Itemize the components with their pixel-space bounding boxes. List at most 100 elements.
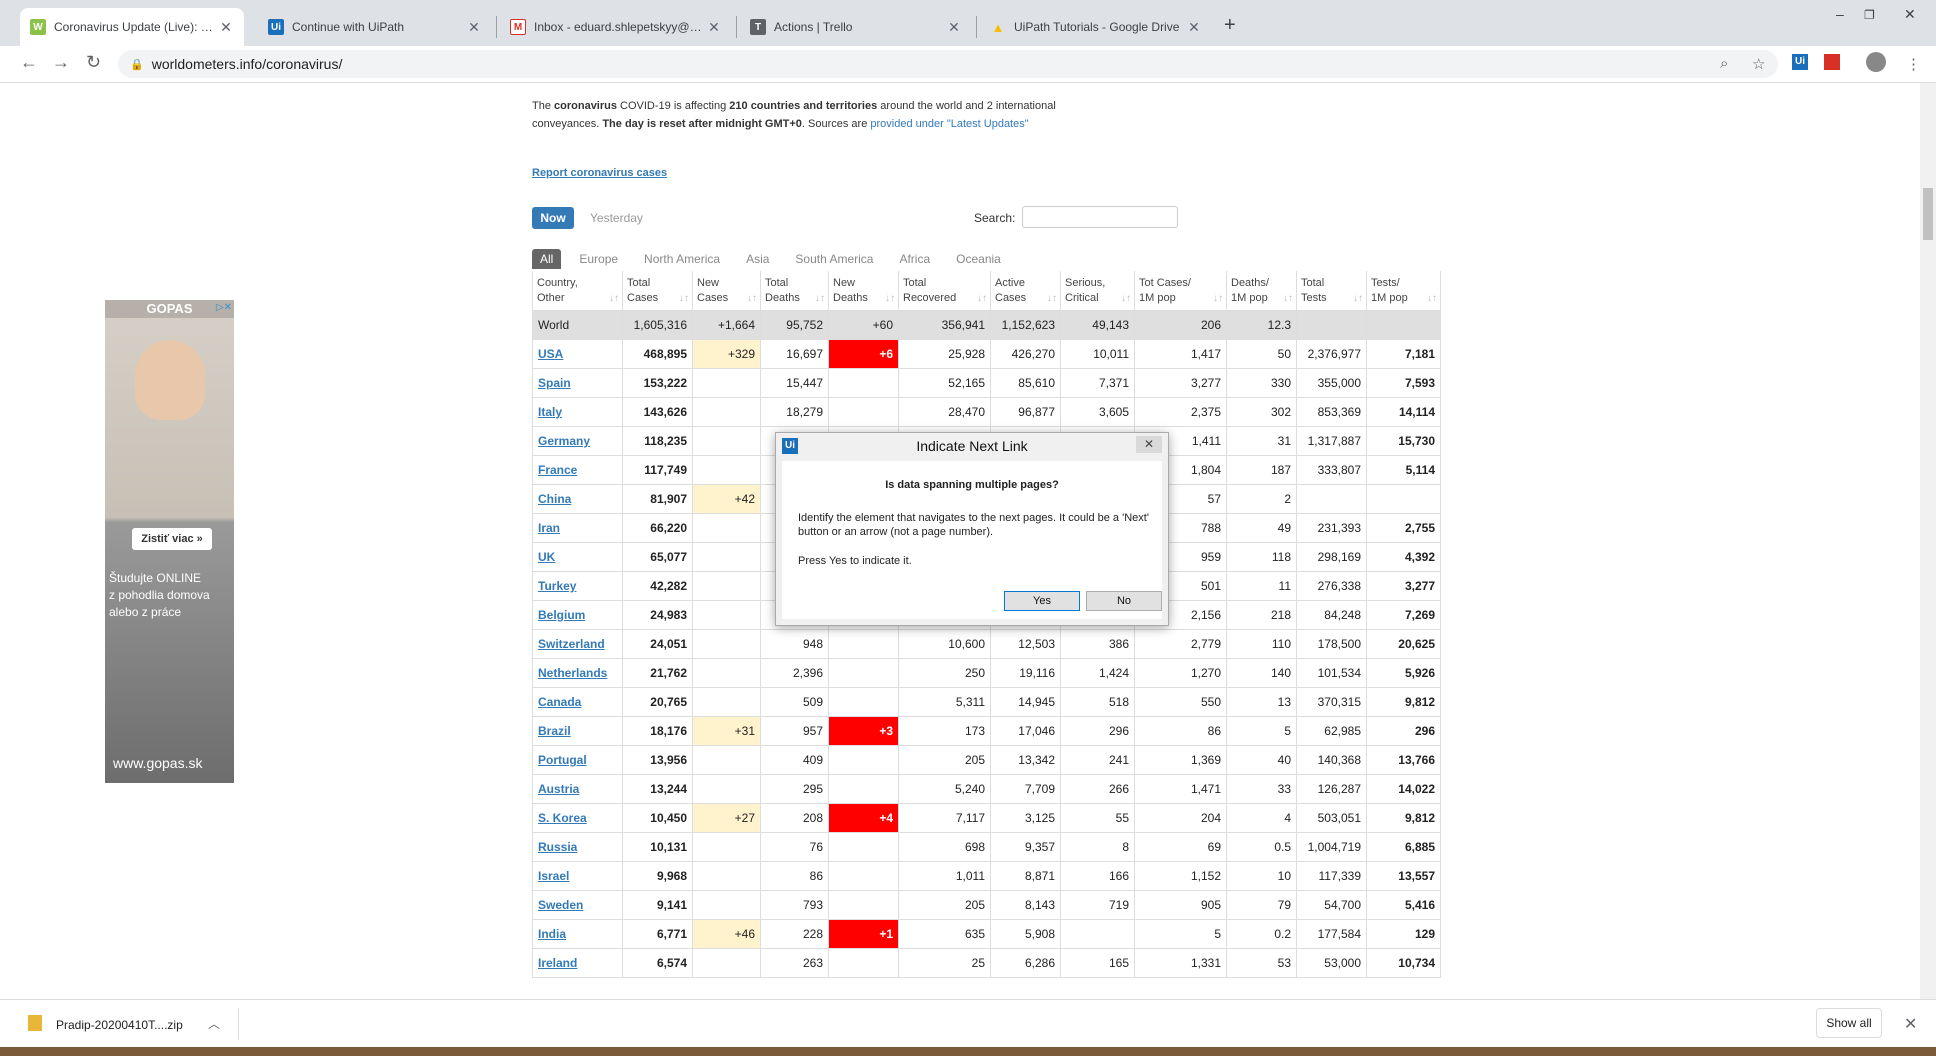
sort-icon[interactable]: ↓↑ xyxy=(1427,291,1437,306)
country-link[interactable]: Italy xyxy=(538,405,562,419)
close-tab-icon[interactable]: ✕ xyxy=(706,19,722,36)
country-link[interactable]: Switzerland xyxy=(538,637,605,651)
extension-icon[interactable] xyxy=(1824,54,1840,70)
country-link[interactable]: Spain xyxy=(538,376,571,390)
reload-icon[interactable]: ↻ xyxy=(86,52,101,73)
column-header[interactable]: Tests/1M pop ↓↑ xyxy=(1366,271,1441,311)
column-header[interactable]: Country, Other ↓↑ xyxy=(532,271,623,311)
url-text[interactable]: worldometers.info/coronavirus/ xyxy=(152,56,343,72)
table-cell: Iran xyxy=(532,513,623,543)
sort-icon[interactable]: ↓↑ xyxy=(1283,291,1293,306)
no-button[interactable]: No xyxy=(1086,591,1162,611)
uipath-extension-icon[interactable]: Ui xyxy=(1792,54,1808,70)
new-tab-icon[interactable]: + xyxy=(1224,14,1236,37)
ad-photo xyxy=(135,340,205,420)
tab-uipath[interactable]: Ui Continue with UiPath ✕ xyxy=(258,8,492,46)
sort-icon[interactable]: ↓↑ xyxy=(1213,291,1223,306)
search-input[interactable] xyxy=(1022,206,1178,228)
country-link[interactable]: Russia xyxy=(538,840,577,854)
country-link[interactable]: Turkey xyxy=(538,579,576,593)
column-header[interactable]: Total Deaths ↓↑ xyxy=(760,271,829,311)
tab-inbox[interactable]: M Inbox - eduard.shlepetskyy@ecti ✕ xyxy=(500,8,732,46)
continent-tab[interactable]: North America xyxy=(636,249,728,269)
close-window-icon[interactable]: ✕ xyxy=(1904,6,1916,23)
column-header[interactable]: Serious, Critical ↓↑ xyxy=(1060,271,1135,311)
country-link[interactable]: S. Korea xyxy=(538,811,587,825)
close-tab-icon[interactable]: ✕ xyxy=(946,19,962,36)
sort-icon[interactable]: ↓↑ xyxy=(679,291,689,306)
header-label: Critical xyxy=(1065,292,1099,304)
sort-icon[interactable]: ↓↑ xyxy=(815,291,825,306)
country-link[interactable]: France xyxy=(538,463,577,477)
yes-button[interactable]: Yes xyxy=(1004,591,1080,611)
show-all-button[interactable]: Show all xyxy=(1816,1008,1882,1038)
back-icon[interactable]: ← xyxy=(20,52,38,73)
continent-tab[interactable]: Europe xyxy=(571,249,626,269)
sort-icon[interactable]: ↓↑ xyxy=(885,291,895,306)
minimize-icon[interactable]: – xyxy=(1836,6,1844,22)
close-tab-icon[interactable]: ✕ xyxy=(218,19,234,36)
country-link[interactable]: USA xyxy=(538,347,563,361)
country-link[interactable]: Ireland xyxy=(538,956,577,970)
country-link[interactable]: India xyxy=(538,927,566,941)
country-link[interactable]: Belgium xyxy=(538,608,585,622)
continent-tab[interactable]: Asia xyxy=(738,249,777,269)
column-header[interactable]: Deaths/1M pop ↓↑ xyxy=(1226,271,1297,311)
continent-tab[interactable]: Oceania xyxy=(948,249,1009,269)
close-tab-icon[interactable]: ✕ xyxy=(1186,19,1202,36)
chevron-up-icon[interactable]: ︿ xyxy=(208,1015,220,1032)
table-cell: 12.3 xyxy=(1226,310,1297,340)
latest-updates-link[interactable]: provided under "Latest Updates" xyxy=(870,118,1028,130)
tab-coronavirus[interactable]: W Coronavirus Update (Live): 1,605, ✕ xyxy=(20,8,244,46)
column-header[interactable]: Total Cases ↓↑ xyxy=(622,271,693,311)
sort-icon[interactable]: ↓↑ xyxy=(1353,291,1363,306)
column-header[interactable]: Total Recovered ↓↑ xyxy=(898,271,991,311)
restore-icon[interactable]: ❐ xyxy=(1864,8,1875,22)
column-header[interactable]: New Deaths ↓↑ xyxy=(828,271,899,311)
yesterday-button[interactable]: Yesterday xyxy=(590,207,643,229)
now-button[interactable]: Now xyxy=(532,207,574,229)
tab-trello[interactable]: T Actions | Trello ✕ xyxy=(740,8,972,46)
gopas-ad[interactable]: GOPAS ▷✕ Zistiť viac » Študujte ONLINE z… xyxy=(105,300,234,783)
menu-kebab-icon[interactable]: ⋮ xyxy=(1906,55,1921,73)
country-link[interactable]: Iran xyxy=(538,521,560,535)
page-scrollbar[interactable] xyxy=(1920,83,1936,999)
country-link[interactable]: Canada xyxy=(538,695,581,709)
sort-icon[interactable]: ↓↑ xyxy=(747,291,757,306)
country-link[interactable]: Netherlands xyxy=(538,666,607,680)
ad-close-icon[interactable]: ▷✕ xyxy=(216,302,232,313)
dialog-close-button[interactable]: ✕ xyxy=(1136,436,1162,453)
continent-tab[interactable]: Africa xyxy=(891,249,938,269)
country-link[interactable]: China xyxy=(538,492,571,506)
country-link[interactable]: Brazil xyxy=(538,724,571,738)
close-download-bar-icon[interactable]: ✕ xyxy=(1904,1014,1917,1034)
continent-tab[interactable]: All xyxy=(532,249,562,269)
country-link[interactable]: Portugal xyxy=(538,753,587,767)
country-link[interactable]: Sweden xyxy=(538,898,583,912)
tab-google-drive[interactable]: ▲ UiPath Tutorials - Google Drive ✕ xyxy=(980,8,1212,46)
dialog-instruction: Press Yes to indicate it. xyxy=(798,555,912,567)
sort-icon[interactable]: ↓↑ xyxy=(977,291,987,306)
column-header[interactable]: Total Tests ↓↑ xyxy=(1296,271,1367,311)
report-cases-link[interactable]: Report coronavirus cases xyxy=(532,167,667,179)
column-header[interactable]: Active Cases ↓↑ xyxy=(990,271,1061,311)
country-link[interactable]: Israel xyxy=(538,869,569,883)
close-tab-icon[interactable]: ✕ xyxy=(466,19,482,36)
sort-icon[interactable]: ↓↑ xyxy=(1047,291,1057,306)
zoom-icon[interactable]: ⌕ xyxy=(1720,55,1728,72)
column-header[interactable]: New Cases ↓↑ xyxy=(692,271,761,311)
country-link[interactable]: Austria xyxy=(538,782,579,796)
download-filename[interactable]: Pradip-20200410T....zip xyxy=(56,1018,183,1032)
sort-icon[interactable]: ↓↑ xyxy=(1121,291,1131,306)
scrollbar-thumb[interactable] xyxy=(1923,188,1933,240)
column-header[interactable]: Tot Cases/1M pop ↓↑ xyxy=(1134,271,1227,311)
avatar[interactable] xyxy=(1866,52,1886,72)
address-bar[interactable]: 🔒 worldometers.info/coronavirus/ xyxy=(118,50,1778,78)
country-link[interactable]: Germany xyxy=(538,434,590,448)
continent-tab[interactable]: South America xyxy=(787,249,881,269)
ad-learn-more-button[interactable]: Zistiť viac » xyxy=(132,528,212,550)
country-link[interactable]: UK xyxy=(538,550,555,564)
forward-icon[interactable]: → xyxy=(52,52,70,73)
bookmark-star-icon[interactable]: ☆ xyxy=(1752,55,1765,73)
sort-icon[interactable]: ↓↑ xyxy=(609,291,619,306)
